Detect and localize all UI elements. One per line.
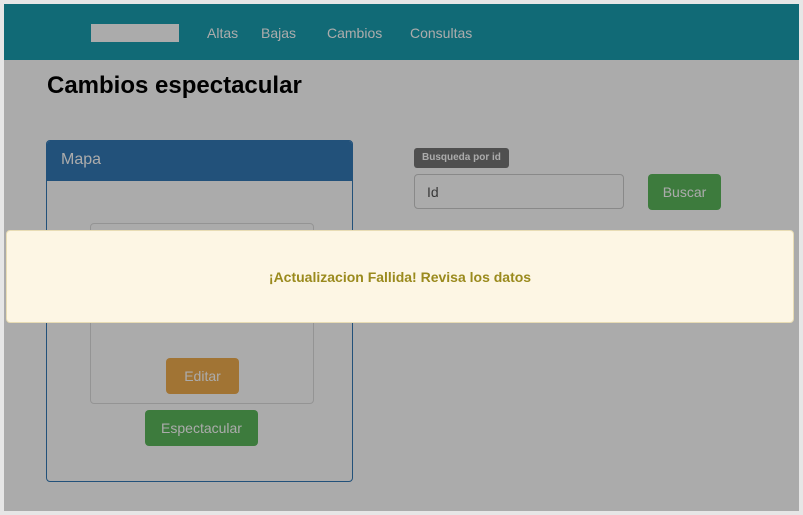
error-alert: ¡Actualizacion Fallida! Revisa los datos [6, 230, 794, 323]
app-frame: Altas Bajas Cambios Consultas Cambios es… [4, 4, 799, 511]
alert-message: ¡Actualizacion Fallida! Revisa los datos [268, 268, 532, 285]
modal-backdrop-top [4, 4, 799, 60]
